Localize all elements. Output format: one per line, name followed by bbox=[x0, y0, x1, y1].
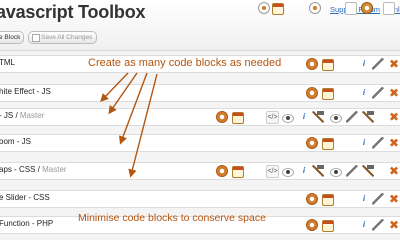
calendar-icon[interactable] bbox=[232, 112, 244, 124]
tool-icon[interactable] bbox=[372, 219, 384, 231]
eye-icon[interactable] bbox=[282, 114, 294, 123]
code-block-row[interactable]: oom - JS i ✖ bbox=[0, 134, 400, 152]
preview-icon[interactable] bbox=[309, 2, 321, 14]
notes-icon[interactable] bbox=[345, 2, 357, 15]
annotation-top: Create as many code blocks as needed bbox=[88, 57, 282, 69]
gear-icon[interactable] bbox=[306, 137, 318, 149]
block-name: Function - PHP bbox=[0, 219, 54, 228]
close-icon[interactable]: ✖ bbox=[388, 111, 400, 123]
tool-icon[interactable] bbox=[372, 87, 384, 99]
tool-icon[interactable] bbox=[372, 58, 384, 70]
block-name: oom - JS bbox=[0, 137, 32, 146]
settings-ring-icon[interactable] bbox=[258, 2, 270, 14]
tool-icon[interactable] bbox=[346, 165, 358, 177]
block-name: e Slider - CSS bbox=[0, 193, 50, 202]
hammer-icon[interactable] bbox=[362, 111, 374, 123]
tool-icon[interactable] bbox=[372, 193, 384, 205]
close-icon[interactable]: ✖ bbox=[388, 165, 400, 177]
calendar-icon[interactable] bbox=[322, 138, 334, 150]
block-name: hite Effect - JS bbox=[0, 87, 51, 96]
info-icon[interactable]: i bbox=[358, 137, 370, 149]
eye-icon[interactable] bbox=[330, 114, 342, 123]
gear-icon[interactable] bbox=[306, 219, 318, 231]
gear-icon[interactable] bbox=[216, 111, 228, 123]
info-icon[interactable]: i bbox=[358, 58, 370, 70]
block-name: aps - CSS / Master bbox=[0, 165, 67, 174]
calendar-icon[interactable] bbox=[232, 166, 244, 178]
save-icon bbox=[32, 34, 40, 42]
save-all-button[interactable]: Save All Changes bbox=[28, 31, 98, 44]
tool-icon[interactable] bbox=[346, 111, 358, 123]
close-icon[interactable]: ✖ bbox=[388, 137, 400, 149]
add-block-button[interactable]: e Block bbox=[0, 31, 24, 44]
info-icon[interactable]: i bbox=[358, 193, 370, 205]
hammer-icon[interactable] bbox=[362, 165, 374, 177]
calendar-icon[interactable] bbox=[322, 220, 334, 232]
gear-icon[interactable] bbox=[306, 58, 318, 70]
close-icon[interactable]: ✖ bbox=[388, 87, 400, 99]
close-icon[interactable]: ✖ bbox=[388, 193, 400, 205]
page-title: avascript Toolbox bbox=[0, 2, 146, 22]
block-name: TML bbox=[0, 58, 15, 67]
code-block-row[interactable]: hite Effect - JS i ✖ bbox=[0, 84, 400, 102]
info-icon[interactable]: i bbox=[298, 111, 310, 123]
hammer-icon[interactable] bbox=[312, 165, 324, 177]
eye-icon[interactable] bbox=[330, 168, 342, 177]
gear-icon[interactable] bbox=[361, 2, 373, 14]
app-header: avascript Toolbox Support Forum|Online D… bbox=[0, 0, 400, 51]
close-icon[interactable]: ✖ bbox=[388, 219, 400, 231]
close-icon[interactable]: ✖ bbox=[388, 58, 400, 70]
gear-icon[interactable] bbox=[306, 193, 318, 205]
block-name: - JS / Master bbox=[0, 111, 45, 120]
gear-icon[interactable] bbox=[216, 165, 228, 177]
save-all-label: Save All Changes bbox=[41, 34, 93, 41]
info-icon[interactable]: i bbox=[298, 165, 310, 177]
code-block-row[interactable]: - JS / Master </> i ✖ bbox=[0, 108, 400, 126]
code-icon[interactable]: </> bbox=[266, 111, 279, 124]
info-icon[interactable]: i bbox=[358, 219, 370, 231]
calendar-icon[interactable] bbox=[322, 194, 334, 206]
annotation-bottom: Minimise code blocks to conserve space bbox=[78, 212, 266, 224]
eye-icon[interactable] bbox=[282, 168, 294, 177]
code-block-row[interactable]: aps - CSS / Master </> i ✖ bbox=[0, 162, 400, 180]
document-icon[interactable] bbox=[383, 2, 395, 15]
tool-icon[interactable] bbox=[372, 137, 384, 149]
info-icon[interactable]: i bbox=[358, 87, 370, 99]
code-icon[interactable]: </> bbox=[266, 165, 279, 178]
calendar-icon[interactable] bbox=[322, 88, 334, 100]
calendar-icon[interactable] bbox=[272, 3, 284, 15]
code-block-row[interactable]: e Slider - CSS i ✖ bbox=[0, 190, 400, 208]
calendar-icon[interactable] bbox=[322, 59, 334, 71]
gear-icon[interactable] bbox=[306, 87, 318, 99]
hammer-icon[interactable] bbox=[312, 111, 324, 123]
